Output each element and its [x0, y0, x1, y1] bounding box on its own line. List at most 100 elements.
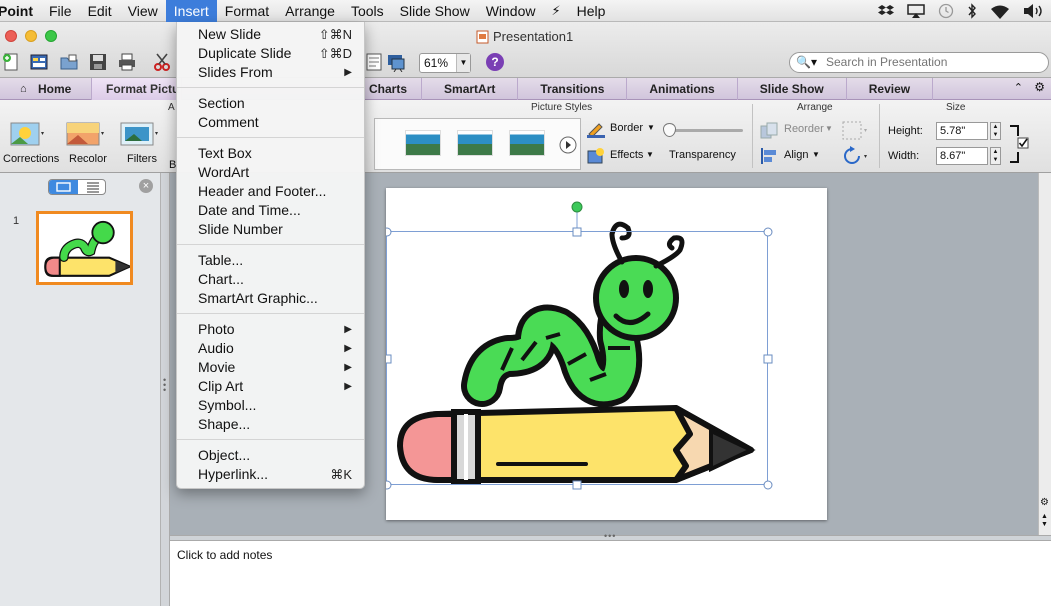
menu-item-chart[interactable]: Chart...	[177, 270, 364, 289]
align-icon[interactable]	[760, 147, 780, 165]
notes-splitter-grip-icon[interactable]: •••	[604, 531, 616, 541]
search-icon[interactable]: 🔍▾	[796, 55, 817, 69]
menu-window[interactable]: Window	[478, 0, 544, 22]
script-icon[interactable]: ⚡	[543, 0, 568, 22]
picture-style-1[interactable]	[405, 130, 441, 156]
selected-picture[interactable]	[386, 188, 827, 520]
menu-item-slides-from[interactable]: Slides From ▶	[177, 63, 364, 82]
notes-pane[interactable]: Click to add notes	[170, 541, 1051, 606]
reorder-label[interactable]: Reorder	[784, 123, 824, 135]
filters-icon[interactable]	[120, 122, 160, 148]
transparency-slider-track[interactable]	[667, 129, 743, 132]
effects-icon[interactable]	[586, 147, 606, 165]
new-document-icon[interactable]	[1, 52, 21, 72]
align-label[interactable]: Align	[784, 149, 808, 161]
resize-handle-bottom[interactable]	[572, 480, 582, 490]
border-dropdown-icon[interactable]: ▼	[647, 123, 655, 132]
slides-view-button[interactable]	[49, 180, 78, 194]
media-browser-icon[interactable]	[364, 52, 384, 72]
scroll-arrows-icon[interactable]: ▲ ▼	[1041, 513, 1048, 529]
zoom-window-button[interactable]	[45, 30, 57, 42]
menu-item-object[interactable]: Object...	[177, 446, 364, 465]
corrections-icon[interactable]	[10, 122, 44, 148]
menu-item-comment[interactable]: Comment	[177, 113, 364, 132]
menu-item-clip-art[interactable]: Clip Art ▶	[177, 377, 364, 396]
effects-dropdown-icon[interactable]: ▼	[646, 150, 654, 159]
menu-item-smartart-graphic[interactable]: SmartArt Graphic...	[177, 289, 364, 308]
menu-item-table[interactable]: Table...	[177, 251, 364, 270]
tab-smartart[interactable]: SmartArt	[422, 78, 519, 100]
zoom-dropdown-arrow-icon[interactable]: ▼	[456, 54, 470, 72]
resize-handle-top-left[interactable]	[386, 227, 392, 237]
menu-item-text-box[interactable]: Text Box	[177, 144, 364, 163]
menu-file[interactable]: File	[41, 0, 80, 22]
slide-layout-icon[interactable]	[29, 52, 49, 72]
tab-transitions[interactable]: Transitions	[518, 78, 628, 100]
menu-item-header-footer[interactable]: Header and Footer...	[177, 182, 364, 201]
resize-handle-bottom-right[interactable]	[763, 480, 773, 490]
width-field[interactable]: 8.67"	[936, 147, 988, 165]
time-machine-icon[interactable]	[938, 3, 954, 19]
help-button[interactable]: ?	[486, 53, 504, 71]
menu-item-shape[interactable]: Shape...	[177, 415, 364, 434]
dropbox-icon[interactable]	[878, 4, 894, 18]
menu-tools[interactable]: Tools	[343, 0, 392, 22]
align-dropdown-icon[interactable]: ▼	[812, 150, 820, 159]
height-stepper[interactable]: ▲ ▼	[990, 122, 1001, 140]
gallery-next-icon[interactable]	[559, 136, 577, 154]
print-icon[interactable]	[117, 52, 137, 72]
menu-item-symbol[interactable]: Symbol...	[177, 396, 364, 415]
lock-aspect-ratio-icon[interactable]	[1008, 124, 1030, 164]
collapse-ribbon-icon[interactable]: ⌃	[1014, 81, 1023, 94]
tab-slide-show[interactable]: Slide Show	[738, 78, 847, 100]
effects-label[interactable]: Effects	[610, 149, 643, 161]
menu-item-duplicate-slide[interactable]: Duplicate Slide ⇧⌘D	[177, 44, 364, 63]
notes-placeholder[interactable]: Click to add notes	[177, 548, 272, 562]
resize-handle-top-right[interactable]	[763, 227, 773, 237]
height-field[interactable]: 5.78"	[936, 122, 988, 140]
menu-item-new-slide[interactable]: New Slide ⇧⌘N	[177, 25, 364, 44]
menu-item-movie[interactable]: Movie ▶	[177, 358, 364, 377]
bluetooth-icon[interactable]	[967, 3, 977, 19]
tab-animations[interactable]: Animations	[627, 78, 738, 100]
minimize-window-button[interactable]	[25, 30, 37, 42]
zoom-level-select[interactable]: 61% ▼	[419, 53, 471, 73]
menu-app-name[interactable]: Point	[0, 0, 41, 22]
splitter-grip-icon[interactable]: • • •	[163, 376, 166, 395]
menu-item-audio[interactable]: Audio ▶	[177, 339, 364, 358]
resize-handle-bottom-left[interactable]	[386, 480, 392, 490]
close-pane-icon[interactable]: ×	[139, 179, 153, 193]
volume-icon[interactable]	[1023, 4, 1045, 18]
cut-scissors-icon[interactable]	[152, 52, 172, 72]
rotate-icon[interactable]	[842, 146, 870, 166]
rotate-handle[interactable]	[571, 201, 583, 213]
menu-item-section[interactable]: Section	[177, 94, 364, 113]
menu-insert[interactable]: Insert	[165, 0, 217, 22]
group-objects-icon[interactable]	[842, 121, 868, 141]
view-settings-icon[interactable]: ⚙	[1040, 497, 1049, 508]
slide-show-icon[interactable]	[386, 52, 406, 72]
menu-item-photo[interactable]: Photo ▶	[177, 320, 364, 339]
wifi-icon[interactable]	[990, 4, 1010, 19]
recolor-icon[interactable]	[66, 122, 104, 148]
menu-help[interactable]: Help	[569, 0, 614, 22]
picture-style-3[interactable]	[509, 130, 545, 156]
save-icon[interactable]	[88, 52, 108, 72]
resize-handle-left[interactable]	[386, 354, 392, 364]
search-input[interactable]	[826, 55, 1041, 69]
airplay-icon[interactable]	[907, 4, 925, 18]
menu-item-date-time[interactable]: Date and Time...	[177, 201, 364, 220]
open-folder-icon[interactable]	[59, 52, 79, 72]
resize-handle-top[interactable]	[572, 227, 582, 237]
width-stepper[interactable]: ▲ ▼	[990, 147, 1001, 165]
reorder-icon[interactable]	[760, 122, 780, 140]
menu-slide-show[interactable]: Slide Show	[392, 0, 478, 22]
tab-home[interactable]: ⌂ Home	[0, 78, 92, 100]
picture-style-2[interactable]	[457, 130, 493, 156]
menu-item-wordart[interactable]: WordArt	[177, 163, 364, 182]
menu-view[interactable]: View	[120, 0, 166, 22]
transparency-slider-thumb[interactable]	[663, 123, 676, 137]
pane-splitter[interactable]: • • •	[161, 173, 170, 606]
menu-arrange[interactable]: Arrange	[277, 0, 343, 22]
close-window-button[interactable]	[5, 30, 17, 42]
